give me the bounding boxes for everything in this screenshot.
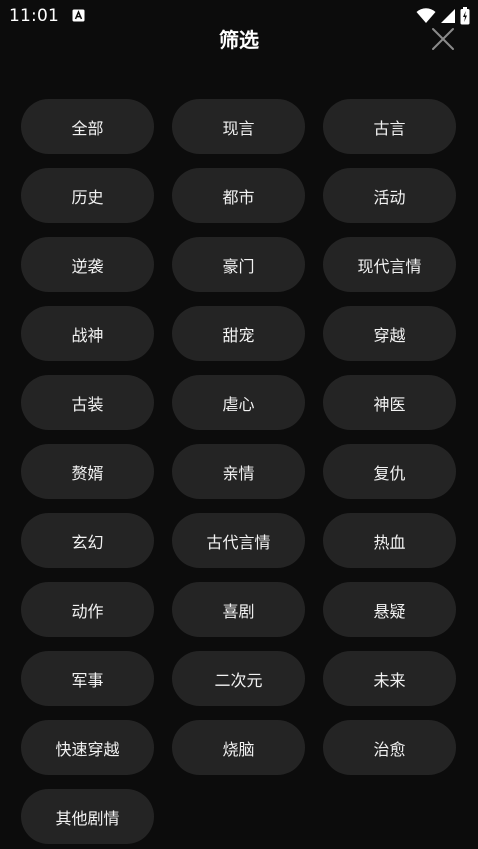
tag-button[interactable]: 古代言情 — [172, 513, 305, 568]
tag-button[interactable]: 动作 — [21, 582, 154, 637]
tag-button[interactable]: 喜剧 — [172, 582, 305, 637]
tag-button[interactable]: 亲情 — [172, 444, 305, 499]
tag-button[interactable]: 战神 — [21, 306, 154, 361]
tag-button[interactable]: 活动 — [323, 168, 456, 223]
page-title: 筛选 — [219, 28, 259, 52]
tag-button[interactable]: 甜宠 — [172, 306, 305, 361]
tag-button[interactable]: 穿越 — [323, 306, 456, 361]
status-icons — [416, 6, 470, 26]
tag-button[interactable]: 全部 — [21, 99, 154, 154]
close-icon[interactable] — [430, 26, 456, 52]
tag-button[interactable]: 神医 — [323, 375, 456, 430]
tag-button[interactable]: 现言 — [172, 99, 305, 154]
tag-button[interactable]: 现代言情 — [323, 237, 456, 292]
tag-button[interactable]: 未来 — [323, 651, 456, 706]
tag-button[interactable]: 快速穿越 — [21, 720, 154, 775]
tag-button[interactable]: 玄幻 — [21, 513, 154, 568]
tag-button[interactable]: 赘婿 — [21, 444, 154, 499]
tag-button[interactable]: 古言 — [323, 99, 456, 154]
battery-icon — [460, 7, 470, 25]
wifi-icon — [416, 8, 436, 23]
tag-button[interactable]: 复仇 — [323, 444, 456, 499]
tag-button[interactable]: 二次元 — [172, 651, 305, 706]
tag-button[interactable]: 豪门 — [172, 237, 305, 292]
tag-button[interactable]: 古装 — [21, 375, 154, 430]
a-notification-icon — [72, 9, 85, 22]
tag-button[interactable]: 热血 — [323, 513, 456, 568]
status-time: 11:01 — [9, 6, 59, 26]
tag-button[interactable]: 其他剧情 — [21, 789, 154, 844]
signal-icon — [441, 9, 455, 23]
tag-button[interactable]: 历史 — [21, 168, 154, 223]
tag-button[interactable]: 烧脑 — [172, 720, 305, 775]
tag-button[interactable]: 悬疑 — [323, 582, 456, 637]
filter-screen: 11:01 筛选 全部 现言 古言 历史 都市 活动 逆袭 豪门 现代言情 战神… — [0, 0, 478, 849]
tag-button[interactable]: 军事 — [21, 651, 154, 706]
tag-button[interactable]: 治愈 — [323, 720, 456, 775]
tag-button[interactable]: 都市 — [172, 168, 305, 223]
tag-button[interactable]: 虐心 — [172, 375, 305, 430]
tag-grid: 全部 现言 古言 历史 都市 活动 逆袭 豪门 现代言情 战神 甜宠 穿越 古装… — [21, 99, 458, 844]
tag-button[interactable]: 逆袭 — [21, 237, 154, 292]
